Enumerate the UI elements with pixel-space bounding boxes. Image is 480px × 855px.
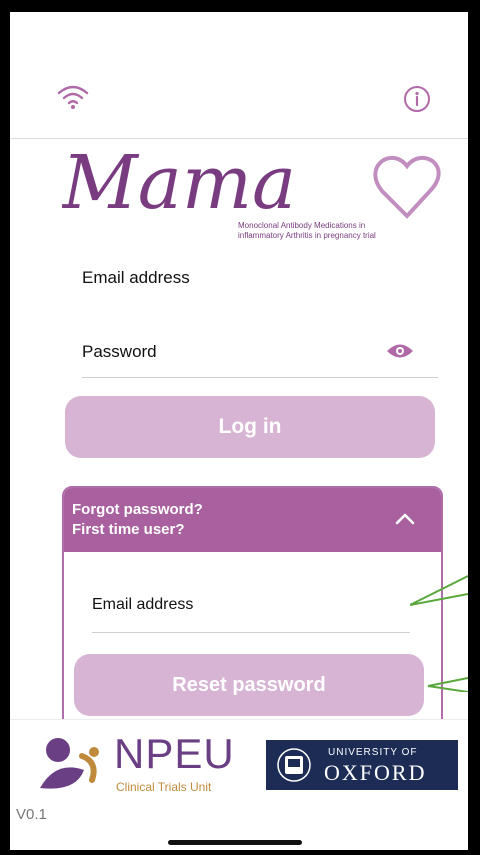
- login-password-input[interactable]: Password: [82, 342, 157, 362]
- annotation-arrows: [410, 575, 468, 692]
- app-screen: Mama Monoclonal Antibody Medications in …: [10, 12, 468, 850]
- npeu-name: NPEU: [114, 730, 235, 777]
- info-icon[interactable]: [402, 84, 432, 114]
- home-indicator[interactable]: [168, 840, 302, 845]
- wifi-icon[interactable]: [56, 82, 90, 112]
- npeu-logo-icon: [40, 738, 99, 789]
- reset-password-button[interactable]: Reset password: [74, 654, 424, 716]
- footer: NPEU Clinical Trials Unit UNIVERSITY OF …: [10, 719, 468, 850]
- logo-subtitle-line2: inflammatory Arthritis in pregnancy tria…: [238, 231, 376, 240]
- chevron-up-icon[interactable]: [394, 510, 416, 526]
- version-label: V0.1: [16, 806, 47, 823]
- top-bar: [10, 12, 468, 139]
- oxford-university-of: UNIVERSITY OF: [328, 747, 418, 758]
- forgot-password-title: Forgot password?: [72, 501, 203, 518]
- oxford-logo: UNIVERSITY OF OXFORD: [266, 740, 458, 790]
- reset-email-input[interactable]: Email address: [92, 596, 193, 614]
- mama-logo: Mama Monoclonal Antibody Medications in …: [60, 136, 442, 244]
- forgot-password-panel: Forgot password? First time user? Email …: [62, 486, 443, 740]
- login-button[interactable]: Log in: [65, 396, 435, 458]
- reset-email-underline: [92, 632, 410, 633]
- login-email-input[interactable]: Email address: [82, 268, 190, 288]
- eye-icon[interactable]: [386, 342, 414, 360]
- forgot-password-header[interactable]: Forgot password? First time user?: [64, 488, 441, 552]
- logo-subtitle-line1: Monoclonal Antibody Medications in: [238, 221, 365, 230]
- logo-wordmark: Mama: [62, 140, 296, 226]
- npeu-subtitle: Clinical Trials Unit: [116, 780, 212, 794]
- oxford-crest-icon: [277, 748, 311, 782]
- first-time-user-title: First time user?: [72, 521, 185, 538]
- oxford-name: OXFORD: [324, 760, 427, 785]
- password-underline: [82, 377, 438, 378]
